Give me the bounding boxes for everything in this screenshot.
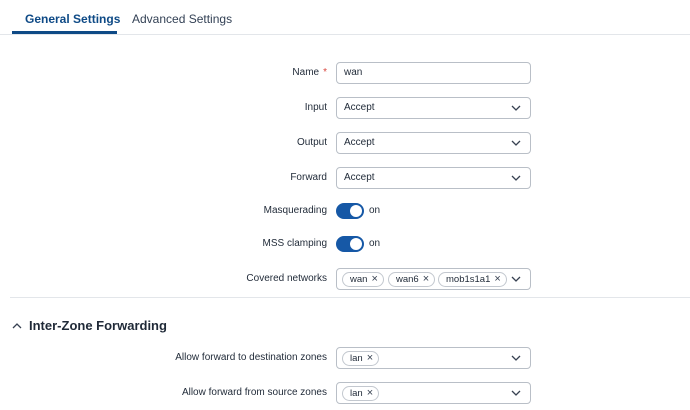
name-row: Name * wan (0, 62, 690, 84)
forward-label: Forward (290, 172, 327, 183)
forward-row: Forward Accept (0, 167, 690, 189)
required-mark: * (323, 67, 327, 78)
input-label: Input (304, 102, 327, 113)
forward-destination-select[interactable]: lan × (336, 347, 531, 369)
mss-clamping-state: on (369, 238, 381, 249)
remove-chip-icon[interactable]: × (367, 387, 373, 400)
name-label: Name * (292, 67, 327, 78)
toggle-knob (350, 205, 362, 217)
input-row: Input Accept (0, 97, 690, 119)
zone-chip: lan × (342, 351, 380, 366)
chevron-down-icon (511, 390, 521, 396)
forward-source-select[interactable]: lan × (336, 382, 531, 404)
zone-chip: lan × (342, 386, 380, 401)
masquerading-state: on (369, 205, 381, 216)
chevron-down-icon (511, 175, 521, 181)
chevron-down-icon (511, 355, 521, 361)
remove-chip-icon[interactable]: × (371, 273, 377, 286)
name-input-value: wan (344, 67, 363, 78)
forward-source-label: Allow forward from source zones (181, 387, 327, 398)
input-select[interactable]: Accept (336, 97, 531, 119)
input-select-value: Accept (344, 102, 375, 113)
output-label: Output (296, 137, 327, 148)
covered-networks-row: Covered networks wan × wan6 × mob1s1a1 × (0, 268, 690, 290)
output-row: Output Accept (0, 132, 690, 154)
active-tab-indicator (12, 31, 117, 34)
masquerading-row: Masquerading on (0, 200, 690, 222)
mss-clamping-label: MSS clamping (262, 238, 327, 249)
network-chip: wan × (342, 272, 384, 287)
chevron-down-icon (511, 105, 521, 111)
remove-chip-icon[interactable]: × (423, 273, 429, 286)
network-chip: mob1s1a1 × (438, 272, 507, 287)
output-select[interactable]: Accept (336, 132, 531, 154)
chevron-down-icon (511, 276, 521, 282)
mss-clamping-row: MSS clamping on (0, 233, 690, 255)
tab-general-settings[interactable]: General Settings (25, 0, 120, 34)
output-select-value: Accept (344, 137, 375, 148)
remove-chip-icon[interactable]: × (494, 273, 500, 286)
remove-chip-icon[interactable]: × (367, 352, 373, 365)
section-title-inter-zone-forwarding: Inter-Zone Forwarding (29, 318, 167, 333)
chevron-up-icon[interactable] (12, 322, 22, 330)
tab-bar: General Settings Advanced Settings (0, 0, 690, 35)
network-chip: wan6 × (388, 272, 436, 287)
masquerading-label: Masquerading (263, 205, 327, 216)
forward-select-value: Accept (344, 172, 375, 183)
forward-destination-label: Allow forward to destination zones (175, 352, 327, 363)
tab-advanced-settings[interactable]: Advanced Settings (132, 0, 232, 34)
masquerading-toggle[interactable] (336, 203, 364, 219)
name-input[interactable]: wan (336, 62, 531, 84)
toggle-knob (350, 238, 362, 250)
forward-destination-row: Allow forward to destination zones lan × (0, 347, 690, 369)
forward-select[interactable]: Accept (336, 167, 531, 189)
section-divider (10, 297, 690, 298)
covered-networks-label: Covered networks (246, 273, 327, 284)
forward-source-row: Allow forward from source zones lan × (0, 382, 690, 404)
covered-networks-select[interactable]: wan × wan6 × mob1s1a1 × (336, 268, 531, 290)
chevron-down-icon (511, 140, 521, 146)
mss-clamping-toggle[interactable] (336, 236, 364, 252)
